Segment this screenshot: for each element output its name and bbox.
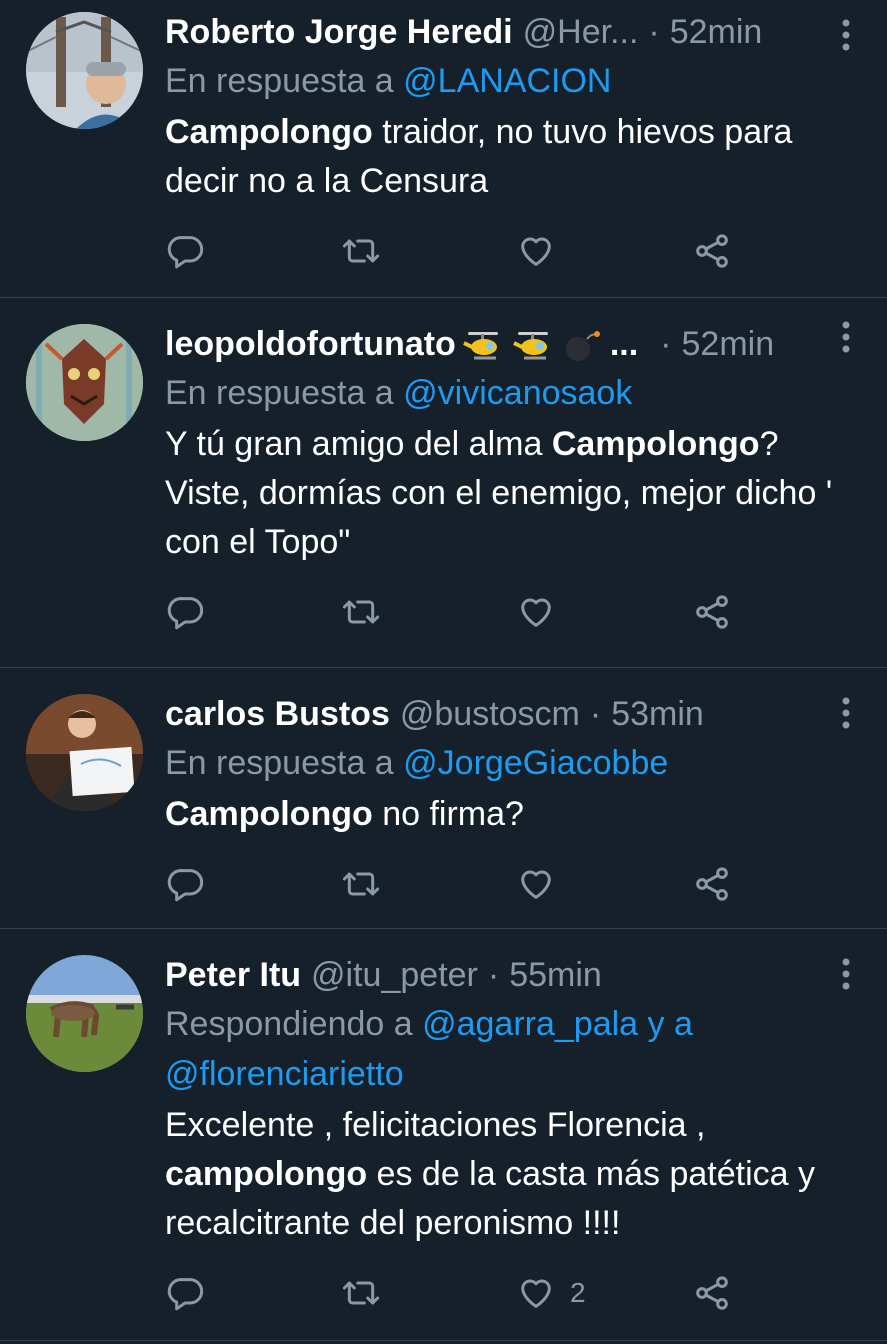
display-name-overflow: ... bbox=[609, 325, 639, 363]
more-options-icon[interactable] bbox=[841, 957, 851, 991]
heart-icon bbox=[521, 870, 551, 899]
action-bar bbox=[165, 839, 867, 929]
user-handle[interactable]: @itu_peter bbox=[311, 955, 478, 995]
timestamp[interactable]: 52min bbox=[682, 324, 775, 364]
share-button[interactable] bbox=[692, 864, 868, 904]
avatar[interactable] bbox=[26, 12, 143, 129]
heart-icon bbox=[521, 1279, 551, 1308]
reply-button[interactable] bbox=[165, 231, 341, 271]
share-button[interactable] bbox=[692, 592, 868, 632]
tweet-text-start: Excelente , felicitaciones Florencia , bbox=[165, 1106, 706, 1144]
more-options-icon[interactable] bbox=[841, 696, 851, 730]
retweet-button[interactable] bbox=[341, 864, 517, 904]
timestamp[interactable]: 52min bbox=[670, 12, 763, 52]
timestamp[interactable]: 53min bbox=[611, 694, 704, 734]
more-options-icon[interactable] bbox=[841, 18, 851, 52]
bomb-emoji-icon bbox=[565, 331, 600, 361]
reply-prefix: En respuesta a bbox=[165, 744, 404, 782]
highlight-term: campolongo bbox=[165, 1155, 368, 1193]
separator-dot: · bbox=[660, 325, 672, 363]
retweet-button[interactable] bbox=[341, 1273, 517, 1313]
retweet-icon bbox=[342, 1281, 379, 1305]
like-button[interactable] bbox=[516, 864, 692, 904]
mention-link[interactable]: @vivicanosaok bbox=[403, 374, 632, 412]
retweet-button[interactable] bbox=[341, 592, 517, 632]
reply-button[interactable] bbox=[165, 1273, 341, 1313]
retweet-icon bbox=[342, 872, 379, 896]
retweet-button[interactable] bbox=[341, 231, 517, 271]
display-name[interactable]: Roberto Jorge Heredi bbox=[165, 12, 513, 52]
tweet[interactable]: Peter Itu @itu_peter · 55min Respondiend… bbox=[0, 929, 887, 1341]
mention-link[interactable]: @JorgeGiacobbe bbox=[403, 744, 668, 782]
share-icon bbox=[695, 595, 728, 629]
tweet-text: Y tú gran amigo del alma Campolongo? Vis… bbox=[165, 420, 867, 567]
display-name[interactable]: Peter Itu bbox=[165, 955, 301, 995]
share-icon bbox=[695, 867, 728, 901]
reply-prefix: Respondiendo a bbox=[165, 1005, 423, 1043]
retweet-icon bbox=[342, 600, 379, 624]
separator-dot: · bbox=[648, 13, 660, 51]
avatar[interactable] bbox=[26, 694, 143, 811]
tweet[interactable]: Roberto Jorge Heredi @Her... · 52min En … bbox=[0, 0, 887, 298]
reply-button[interactable] bbox=[165, 864, 341, 904]
tweet-text-start: Y tú gran amigo del alma bbox=[165, 425, 552, 463]
avatar[interactable] bbox=[26, 324, 143, 441]
user-handle[interactable]: @bustoscm bbox=[400, 694, 580, 734]
action-bar bbox=[165, 206, 867, 296]
like-count: 2 bbox=[570, 1277, 586, 1308]
like-button[interactable] bbox=[516, 231, 692, 271]
tweet-text: Campolongo traidor, no tuvo hievos para … bbox=[165, 108, 867, 206]
share-button[interactable] bbox=[692, 231, 868, 271]
reply-icon bbox=[167, 1278, 204, 1311]
highlight-term: Campolongo bbox=[551, 425, 760, 463]
tweet-feed: Roberto Jorge Heredi @Her... · 52min En … bbox=[0, 0, 887, 1341]
display-name[interactable]: leopoldofortunato bbox=[165, 324, 456, 364]
tweet-text-rest: no firma? bbox=[372, 795, 524, 833]
reply-context: En respuesta a @LANACION bbox=[165, 56, 867, 106]
reply-prefix: En respuesta a bbox=[165, 62, 404, 100]
name-emojis bbox=[460, 329, 604, 363]
share-icon bbox=[695, 234, 728, 268]
tweet[interactable]: carlos Bustos @bustoscm · 53min En respu… bbox=[0, 668, 887, 929]
share-icon bbox=[695, 1276, 728, 1310]
share-button[interactable] bbox=[692, 1273, 868, 1313]
reply-prefix: En respuesta a bbox=[165, 374, 404, 412]
more-options-icon[interactable] bbox=[841, 320, 851, 354]
reply-context: Respondiendo a @agarra_pala y a @florenc… bbox=[165, 999, 867, 1099]
tweet[interactable]: leopoldofortunato ... · 52min En respues… bbox=[0, 298, 887, 668]
like-button[interactable] bbox=[516, 592, 692, 632]
reply-icon bbox=[167, 869, 204, 902]
highlight-term: Campolongo bbox=[165, 795, 373, 833]
highlight-term: Campolongo bbox=[165, 113, 373, 151]
like-button[interactable]: 2 bbox=[516, 1273, 692, 1313]
reply-context: En respuesta a @JorgeGiacobbe bbox=[165, 738, 867, 788]
user-handle[interactable]: @Her... bbox=[523, 12, 639, 52]
helicopter-emoji-icon bbox=[462, 332, 498, 360]
action-bar: 2 bbox=[165, 1248, 867, 1338]
heart-icon bbox=[521, 598, 551, 627]
separator-dot: · bbox=[487, 956, 500, 994]
reply-icon bbox=[167, 236, 204, 269]
mention-link[interactable]: @LANACION bbox=[403, 62, 611, 100]
heart-icon bbox=[521, 237, 551, 266]
reply-context: En respuesta a @vivicanosaok bbox=[165, 368, 867, 418]
tweet-text: Campolongo no firma? bbox=[165, 790, 867, 839]
timestamp[interactable]: 55min bbox=[509, 955, 602, 995]
helicopter-emoji-icon bbox=[512, 332, 548, 360]
display-name[interactable]: carlos Bustos bbox=[165, 694, 390, 734]
tweet-text: Excelente , felicitaciones Florencia , c… bbox=[165, 1101, 867, 1248]
action-bar bbox=[165, 567, 867, 657]
reply-button[interactable] bbox=[165, 592, 341, 632]
reply-icon bbox=[167, 597, 204, 630]
separator-dot: · bbox=[589, 695, 602, 733]
retweet-icon bbox=[342, 239, 379, 263]
avatar[interactable] bbox=[26, 955, 143, 1072]
